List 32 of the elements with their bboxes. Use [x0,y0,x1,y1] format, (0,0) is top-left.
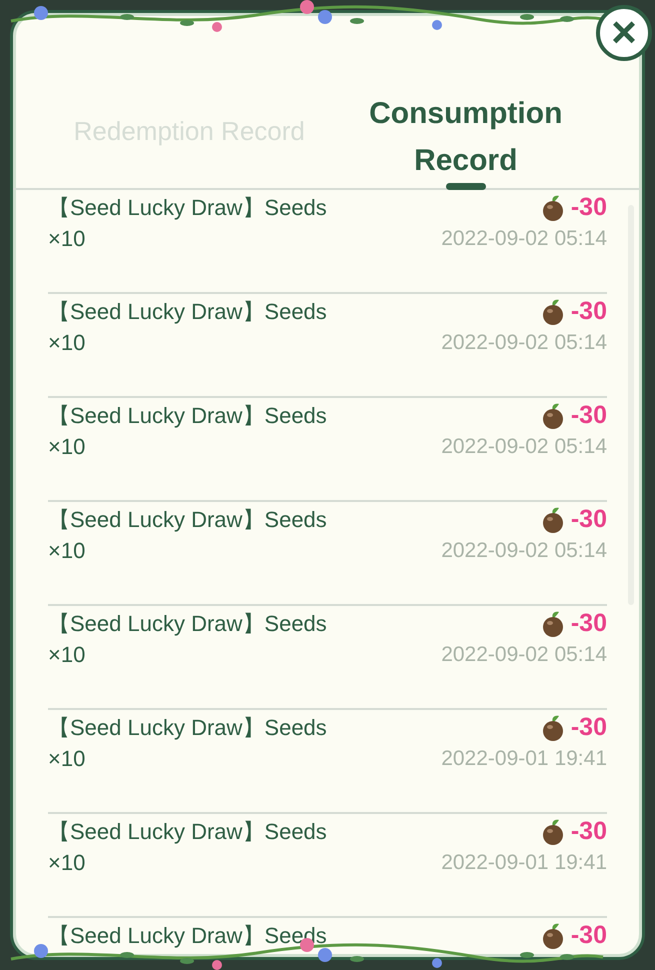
seed-icon [540,506,565,534]
record-title: 【Seed Lucky Draw】Seeds ×10 [48,298,328,357]
seed-icon [540,298,565,326]
record-title: 【Seed Lucky Draw】Seeds ×10 [48,818,328,877]
seed-icon [540,610,565,638]
seed-icon [540,194,565,222]
amount: -30 [570,920,607,951]
amount: -30 [570,296,607,327]
amount: -30 [570,816,607,847]
record-time: 2022-09-02 05:14 [441,642,607,668]
seed-icon [540,714,565,742]
close-button[interactable]: × [596,5,652,61]
record-title: 【Seed Lucky Draw】Seeds ×10 [48,194,328,253]
amount: -30 [570,712,607,743]
record-time: 2022-09-02 05:14 [441,434,607,460]
record-title: 【Seed Lucky Draw】Seeds ×10 [48,610,328,669]
amount: -30 [570,504,607,535]
seed-icon [540,818,565,846]
tab[interactable]: Consumption Record [328,87,604,188]
record-title: 【Seed Lucky Draw】Seeds ×10 [48,714,328,773]
record-title: 【Seed Lucky Draw】Seeds ×10 [48,402,328,461]
seed-icon [540,402,565,430]
amount: -30 [570,608,607,639]
record-time: 2022-09-02 05:14 [441,538,607,564]
record-title: 【Seed Lucky Draw】Seeds ×10 [48,506,328,565]
amount: -30 [570,400,607,431]
record-time: 2022-09-01 19:41 [441,850,607,876]
amount: -30 [570,192,607,223]
seed-icon [540,922,565,950]
record-time: 2022-09-02 05:14 [441,226,607,252]
record-time: 2022-09-01 19:41 [441,746,607,772]
record-time: 2022-09-02 05:14 [441,330,607,356]
